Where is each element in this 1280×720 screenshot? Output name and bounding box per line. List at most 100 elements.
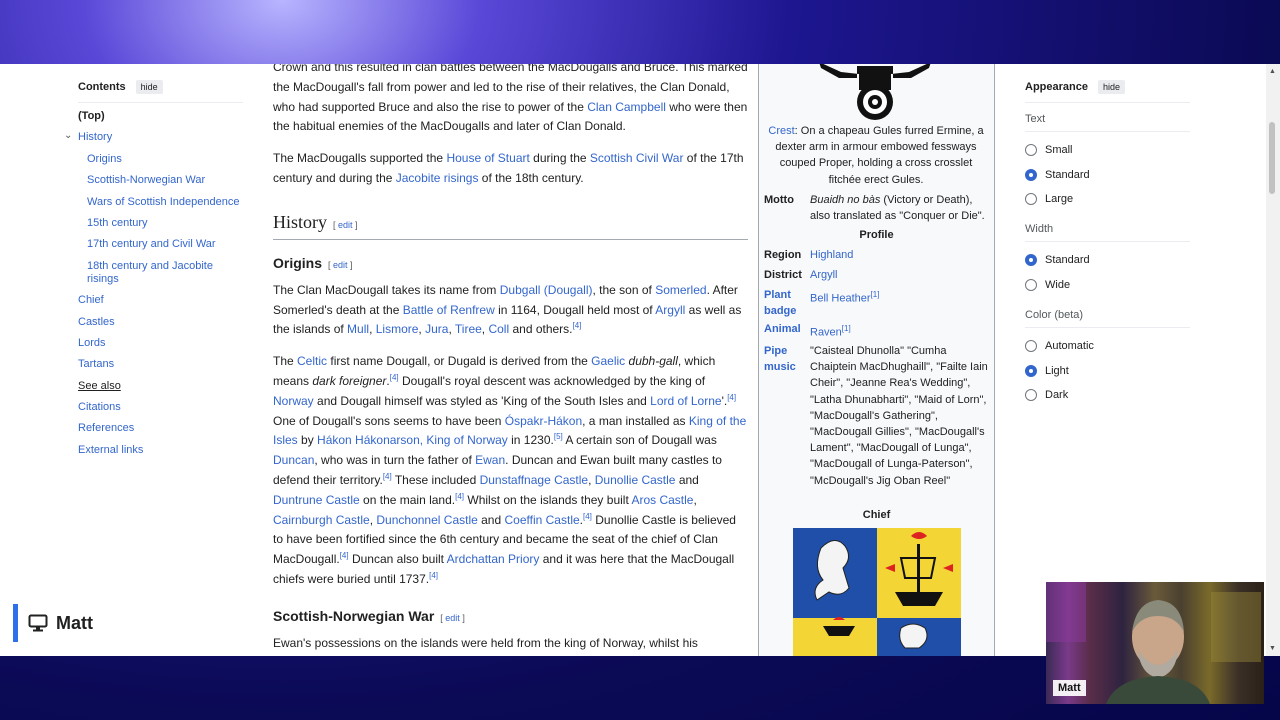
citation[interactable]: [4] [583, 512, 592, 521]
toc-item-wars-of-independence[interactable]: Wars of Scottish Independence [78, 196, 243, 209]
radio-button[interactable] [1025, 340, 1037, 353]
chevron-down-icon[interactable]: ⌄ [64, 129, 72, 142]
link-duntrune-castle[interactable]: Duntrune Castle [273, 493, 360, 507]
width-standard-option[interactable]: Standard [1025, 248, 1190, 272]
coat-of-arms-image[interactable] [793, 528, 961, 656]
vertical-scrollbar[interactable]: ▲ ▼ [1266, 64, 1280, 656]
link-scottish-civil-war[interactable]: Scottish Civil War [590, 151, 684, 165]
link-hakon-hakonarson[interactable]: Hákon Hákonarson, King of Norway [317, 433, 508, 447]
citation[interactable]: [4] [727, 393, 736, 402]
link-raven[interactable]: Raven [810, 327, 842, 339]
link-argyll-district[interactable]: Argyll [810, 269, 838, 281]
link-clan-campbell[interactable]: Clan Campbell [587, 100, 666, 114]
radio-button-selected[interactable] [1025, 254, 1037, 267]
toc-item-references[interactable]: References [78, 422, 243, 435]
link-jacobite-risings[interactable]: Jacobite risings [396, 171, 479, 185]
link-somerled[interactable]: Somerled [655, 283, 706, 297]
link-tiree[interactable]: Tiree [455, 322, 482, 336]
edit-link[interactable]: [ edit ] [440, 613, 465, 623]
radio-button[interactable] [1025, 144, 1037, 157]
scroll-up-icon[interactable]: ▲ [1269, 68, 1276, 75]
link-argyll[interactable]: Argyll [655, 303, 685, 317]
crest-description: Crest: On a chapeau Gules furred Ermine,… [768, 125, 984, 186]
monitor-icon [28, 614, 48, 632]
toc-item-chief[interactable]: Chief [78, 294, 243, 307]
link-lismore[interactable]: Lismore [376, 322, 419, 336]
link-jura[interactable]: Jura [425, 322, 448, 336]
toc-item-see-also[interactable]: See also [78, 380, 243, 393]
text-size-standard-option[interactable]: Standard [1025, 162, 1190, 186]
infobox-value: Buaidh no bàs (Victory or Death), also t… [810, 194, 985, 223]
color-light-option[interactable]: Light [1025, 358, 1190, 382]
link-bell-heather[interactable]: Bell Heather [810, 293, 871, 305]
link-coll[interactable]: Coll [488, 322, 509, 336]
toc-item-history[interactable]: ⌄ History [64, 130, 243, 144]
citation[interactable]: [4] [340, 551, 349, 560]
link-celtic[interactable]: Celtic [297, 354, 327, 368]
citation[interactable]: [1] [842, 324, 851, 333]
toc-item-scottish-norwegian-war[interactable]: Scottish-Norwegian War [78, 174, 243, 187]
link-dunstaffnage-castle[interactable]: Dunstaffnage Castle [480, 473, 589, 487]
scrollbar-thumb[interactable] [1269, 122, 1275, 194]
link-dunchonnel-castle[interactable]: Dunchonnel Castle [376, 513, 477, 527]
edit-link[interactable]: [ edit ] [328, 260, 353, 270]
toc-item-castles[interactable]: Castles [78, 316, 243, 329]
link-dunollie-castle[interactable]: Dunollie Castle [595, 473, 676, 487]
citation[interactable]: [1] [871, 290, 880, 299]
color-automatic-option[interactable]: Automatic [1025, 334, 1190, 358]
link-ewan[interactable]: Ewan [475, 453, 505, 467]
link-dubgall[interactable]: Dubgall (Dougall) [500, 283, 593, 297]
radio-button-selected[interactable] [1025, 364, 1037, 377]
radio-button[interactable] [1025, 388, 1037, 401]
toc-item-citations[interactable]: Citations [78, 401, 243, 414]
link-highland[interactable]: Highland [810, 249, 853, 261]
width-wide-option[interactable]: Wide [1025, 273, 1190, 297]
infobox-section-chief: Chief [862, 509, 891, 521]
width-group-label: Width [1025, 223, 1190, 243]
infobox: Crest: On a chapeau Gules furred Ermine,… [758, 64, 995, 656]
toc-item-lords[interactable]: Lords [78, 337, 243, 350]
toc-item-origins[interactable]: Origins [78, 153, 243, 166]
citation[interactable]: [4] [455, 492, 464, 501]
link-gaelic[interactable]: Gaelic [591, 354, 625, 368]
toc-header: Contents hide [78, 80, 243, 103]
edit-link[interactable]: [ edit ] [333, 220, 358, 230]
citation[interactable]: [4] [383, 472, 392, 481]
toc-item-top[interactable]: (Top) [78, 110, 243, 123]
link-norway[interactable]: Norway [273, 394, 314, 408]
link-house-of-stuart[interactable]: House of Stuart [446, 151, 529, 165]
toc-item-tartans[interactable]: Tartans [78, 358, 243, 371]
toc-item-15th-century[interactable]: 15th century [78, 217, 243, 230]
appearance-panel: Appearance hide Text Small Standard Larg… [1025, 80, 1190, 407]
color-dark-option[interactable]: Dark [1025, 383, 1190, 407]
link-mull[interactable]: Mull [347, 322, 369, 336]
link-aros-castle[interactable]: Aros Castle [631, 493, 693, 507]
appearance-header: Appearance hide [1025, 80, 1190, 103]
link-crest[interactable]: Crest [768, 125, 794, 137]
citation[interactable]: [4] [429, 571, 438, 580]
toc-title: Contents [78, 81, 126, 93]
radio-button[interactable] [1025, 192, 1037, 205]
crest-image[interactable] [819, 64, 931, 122]
link-lord-of-lorne[interactable]: Lord of Lorne [650, 394, 721, 408]
radio-button[interactable] [1025, 278, 1037, 291]
link-cairnburgh-castle[interactable]: Cairnburgh Castle [273, 513, 370, 527]
citation[interactable]: [5] [554, 432, 563, 441]
toc-hide-button[interactable]: hide [135, 80, 163, 94]
link-battle-of-renfrew[interactable]: Battle of Renfrew [403, 303, 495, 317]
link-duncan[interactable]: Duncan [273, 453, 314, 467]
link-ardchattan-priory[interactable]: Ardchattan Priory [447, 552, 540, 566]
citation[interactable]: [4] [390, 373, 399, 382]
scroll-down-icon[interactable]: ▼ [1269, 645, 1276, 652]
toc-item-17th-century[interactable]: 17th century and Civil War [78, 238, 243, 251]
toc-item-18th-century[interactable]: 18th century and Jacobite risings [78, 260, 243, 286]
text-size-small-option[interactable]: Small [1025, 138, 1190, 162]
citation[interactable]: [4] [573, 321, 582, 330]
toc-item-external-links[interactable]: External links [78, 444, 243, 457]
infobox-value: "Caisteal Dhunolla" "Cumha Chaiptein Mac… [810, 345, 988, 487]
text-size-large-option[interactable]: Large [1025, 187, 1190, 211]
radio-button-selected[interactable] [1025, 168, 1037, 181]
link-ospakr-hakon[interactable]: Óspakr-Hákon [505, 414, 582, 428]
appearance-hide-button[interactable]: hide [1097, 80, 1125, 94]
link-coeffin-castle[interactable]: Coeffin Castle [505, 513, 580, 527]
